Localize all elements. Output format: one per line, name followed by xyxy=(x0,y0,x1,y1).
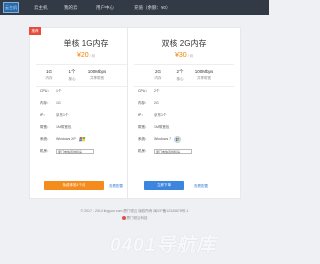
order-now-button[interactable]: 立即下单 xyxy=(144,181,184,190)
divider xyxy=(36,64,136,65)
nav-item-user-center[interactable]: 用户中心 xyxy=(96,0,114,15)
company-logo-icon xyxy=(121,216,126,221)
plan-title: 单核 1G内存 xyxy=(63,39,109,48)
price-unit: / 月 xyxy=(89,54,96,58)
spec-bandwidth: 100Mbps 共享带宽 xyxy=(194,69,214,80)
row-memory: 内存： 2G xyxy=(138,101,159,105)
row-ip: IP： 京东1个 xyxy=(138,113,167,117)
price-value: ¥20 xyxy=(76,52,89,59)
plan-price: ¥30 / 月 xyxy=(128,52,240,59)
row-datacenter: 机房： 厦门电信双线机房 xyxy=(138,147,192,155)
row-cpu: CPU： 2个 xyxy=(138,89,160,93)
free-trial-button[interactable]: 免费体验1个月 xyxy=(44,181,104,190)
nav-item-cloud-host[interactable]: 云主机 xyxy=(34,0,48,15)
row-bandwidth: 带宽： 1M带宽包 xyxy=(138,125,170,129)
row-memory: 内存： 1G xyxy=(40,101,61,105)
datacenter-select[interactable]: 厦门电信双线机房 xyxy=(56,148,94,154)
price-value: ¥30 xyxy=(174,52,187,59)
nav-item-my-cloud[interactable]: 我的云 xyxy=(64,0,78,15)
datacenter-select[interactable]: 厦门电信双线机房 xyxy=(154,148,192,154)
plan-price: ¥20 / 月 xyxy=(30,52,142,59)
row-cpu: CPU： 1个 xyxy=(40,89,62,93)
divider xyxy=(134,64,234,65)
windows-xp-logo-icon[interactable] xyxy=(78,136,86,143)
nav-item-recharge[interactable]: 充值（余额：¥0） xyxy=(134,0,171,15)
row-ip: IP： 京东1个 xyxy=(40,113,69,117)
row-os: 系统： Windows 7 xyxy=(138,135,182,143)
recommend-ribbon: 推荐 xyxy=(29,27,41,35)
watermark: 0401导航库 xyxy=(110,235,217,256)
row-datacenter: 机房： 厦门电信双线机房 xyxy=(40,147,94,155)
plan-card-1: 推荐 单核 1G内存 ¥20 / 月 1G 内存 1个 核心 100Mbps 共享带宽… xyxy=(29,27,143,199)
spec-bandwidth: 100Mbps 共享带宽 xyxy=(87,69,107,80)
plan-title: 双核 2G内存 xyxy=(161,39,207,48)
price-unit: / 月 xyxy=(187,54,194,58)
site-logo[interactable]: 云主机 xyxy=(3,2,19,13)
company-line: 厦门领云科技 xyxy=(0,216,269,221)
plan-card-2: 双核 2G内存 ¥30 / 月 2G 内存 2个 核心 100Mbps 共享带宽 CP… xyxy=(127,27,241,199)
row-bandwidth: 带宽： 1M带宽包 xyxy=(40,125,72,129)
windows-7-logo-icon[interactable] xyxy=(174,135,182,143)
view-config-link[interactable]: 查看配置 xyxy=(109,184,123,189)
row-os: 系统： Windows XP xyxy=(40,135,86,143)
top-nav-bar: 云主机 云主机 我的云 用户中心 充值（余额：¥0） xyxy=(0,0,269,15)
view-config-link[interactable]: 查看配置 xyxy=(194,184,208,189)
copyright-text: © 2017 - 2014 lingyun.com 厦门领云 版权所有 闽ICP… xyxy=(80,209,189,213)
